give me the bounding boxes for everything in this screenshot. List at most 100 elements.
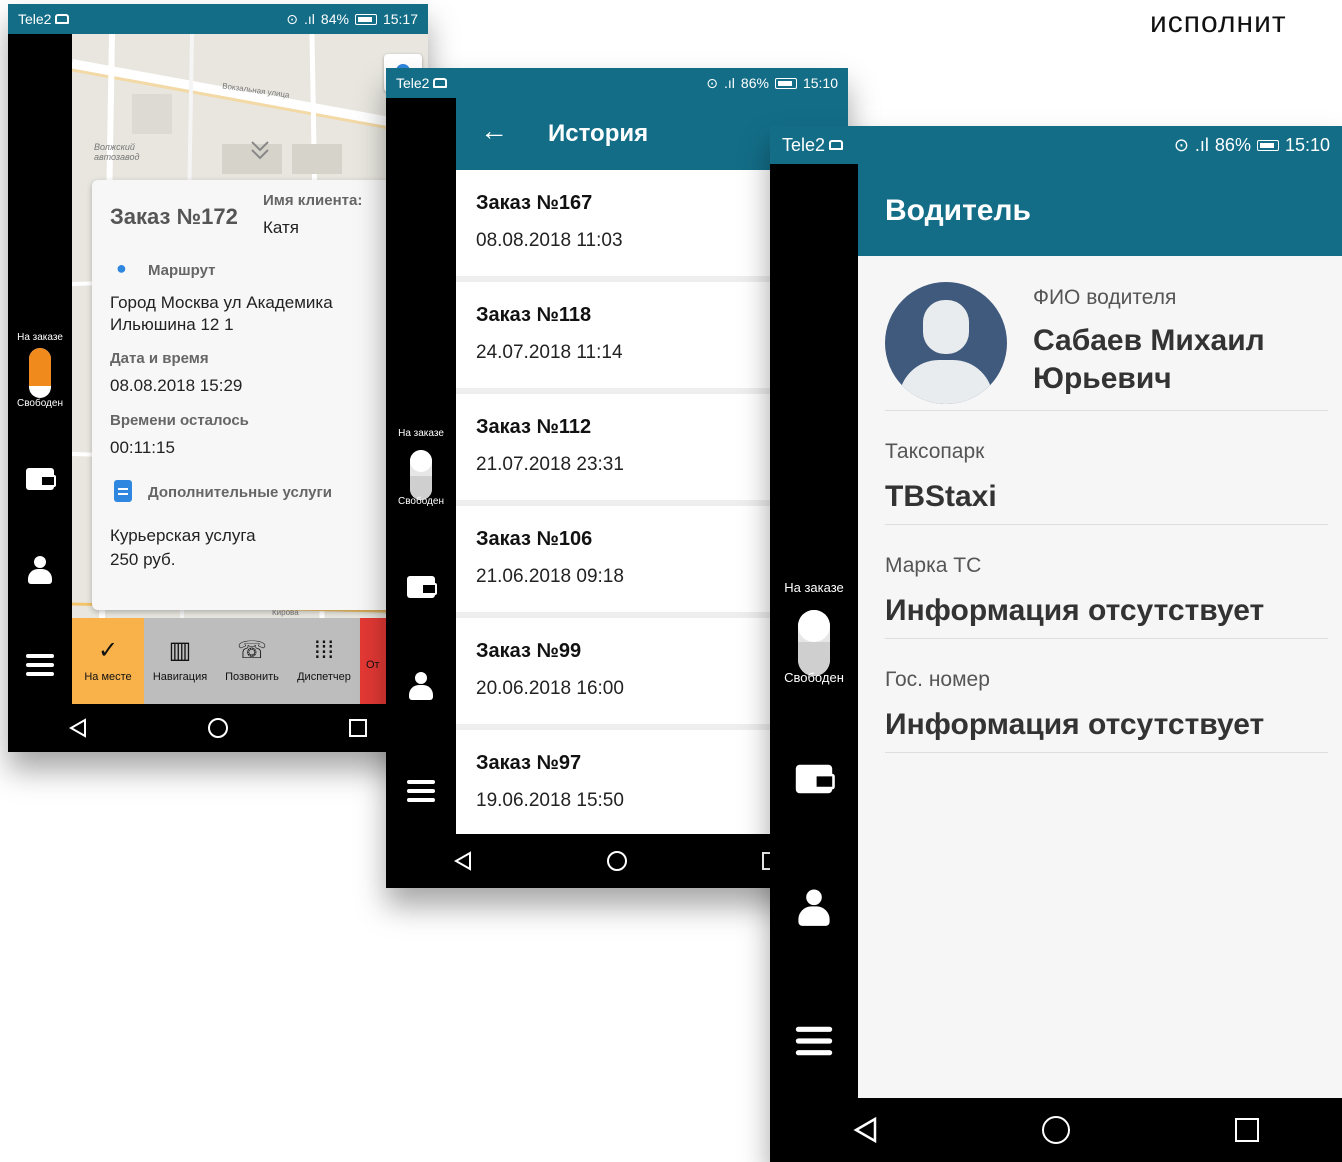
map-view[interactable]: Вокзальная улица Волжский автозавод Киро… — [72, 34, 428, 618]
car-icon — [433, 78, 448, 88]
dialpad-icon: ⁞⁞⁞ — [313, 637, 334, 664]
location-icon: ⊙ — [706, 74, 719, 91]
free-label: Свободен — [17, 398, 63, 409]
menu-icon — [26, 654, 54, 676]
sidebar: На заказе Свободен — [8, 34, 72, 704]
toggle-knob — [410, 450, 432, 472]
remaining-label: Времени осталось — [110, 412, 249, 429]
name-label: ФИО водителя — [1033, 286, 1177, 309]
signal-icon: .ıl — [1194, 134, 1209, 155]
free-label: Свободен — [398, 496, 444, 507]
person-icon — [28, 556, 52, 586]
back-nav-icon[interactable] — [453, 851, 472, 871]
fleet-label: Таксопарк — [885, 440, 985, 463]
car-icon — [55, 14, 70, 24]
arrived-button[interactable]: ✓ На месте — [72, 618, 144, 704]
carrier-label: Tele2 — [782, 134, 826, 155]
toggle-knob — [798, 610, 830, 642]
location-icon: ⊙ — [286, 10, 299, 27]
dispatcher-button[interactable]: ⁞⁞⁞ Диспетчер — [288, 618, 360, 704]
carrier-label: Tele2 — [18, 11, 52, 27]
avatar — [885, 282, 1007, 404]
headline-text: исполнит — [1150, 6, 1287, 39]
wallet-button[interactable] — [386, 576, 456, 598]
wallet-button[interactable] — [770, 764, 858, 794]
divider — [885, 752, 1328, 753]
status-toggle[interactable] — [29, 348, 51, 398]
check-icon: ✓ — [97, 637, 119, 664]
wallet-icon — [795, 764, 835, 794]
back-nav-icon[interactable] — [68, 718, 87, 738]
route-label: Маршрут — [148, 262, 216, 279]
system-nav-bar — [8, 704, 428, 752]
divider — [885, 410, 1328, 411]
home-nav-icon[interactable] — [1041, 1116, 1070, 1144]
divider — [885, 638, 1328, 639]
map-district-label: Волжский автозавод — [94, 142, 140, 162]
battery-percent: 86% — [740, 75, 769, 91]
sidebar: На заказе Свободен — [770, 164, 858, 1098]
datetime-value: 08.08.2018 15:29 — [110, 376, 243, 395]
extras-name: Курьерская услуга — [110, 526, 256, 545]
phone-icon: ☏ — [236, 637, 267, 664]
back-arrow-icon[interactable]: ← — [480, 116, 508, 146]
menu-button[interactable] — [8, 654, 72, 676]
home-nav-icon[interactable] — [606, 851, 627, 871]
recents-nav-icon[interactable] — [1235, 1118, 1260, 1142]
profile-button[interactable] — [386, 672, 456, 702]
home-nav-icon[interactable] — [207, 718, 228, 738]
clock: 15:10 — [802, 75, 838, 91]
location-icon: ⊙ — [1173, 134, 1189, 155]
fleet-value: TBStaxi — [885, 480, 997, 513]
signal-icon: .ıl — [724, 75, 735, 91]
person-icon — [798, 889, 830, 929]
order-card: Заказ №172 Имя клиента: Катя ● Маршрут Г… — [92, 180, 412, 610]
wallet-button[interactable] — [8, 468, 72, 490]
extras-price: 250 руб. — [110, 550, 176, 569]
signal-icon: .ıl — [304, 11, 315, 27]
client-label: Имя клиента: — [263, 192, 363, 209]
client-name: Катя — [263, 218, 299, 237]
recents-nav-icon[interactable] — [349, 719, 368, 737]
profile-button[interactable] — [770, 889, 858, 926]
name-line2: Юрьевич — [1033, 362, 1172, 395]
remaining-value: 00:11:15 — [110, 438, 175, 457]
call-button[interactable]: ☏ Позвонить — [216, 618, 288, 704]
car-icon — [829, 140, 844, 150]
person-icon — [409, 672, 433, 702]
status-toggle[interactable] — [410, 450, 432, 500]
battery-icon — [354, 13, 377, 25]
brand-label: Марка ТС — [885, 554, 982, 577]
order-title: Заказ №172 — [110, 204, 238, 229]
page-title: Водитель — [885, 194, 1031, 227]
brand-value: Информация отсутствует — [885, 594, 1265, 627]
divider — [885, 524, 1328, 525]
menu-button[interactable] — [770, 1026, 858, 1056]
battery-icon — [1256, 139, 1279, 151]
status-toggle[interactable] — [798, 610, 830, 676]
clipboard-icon — [114, 480, 132, 502]
back-nav-icon[interactable] — [853, 1116, 877, 1144]
busy-label: На заказе — [17, 332, 63, 343]
system-nav-bar — [770, 1098, 1342, 1162]
navigation-button[interactable]: ▥ Навигация — [144, 618, 216, 704]
action-bar: ✓ На месте ▥ Навигация ☏ Позвонить ⁞⁞⁞ Д… — [72, 618, 428, 704]
datetime-label: Дата и время — [110, 350, 209, 367]
clock: 15:10 — [1284, 134, 1330, 155]
menu-button[interactable] — [386, 780, 456, 802]
wallet-icon — [407, 576, 437, 598]
status-bar: Tele2 ⊙ .ıl 86% 15:10 — [386, 68, 848, 98]
route-pin-icon: ● — [116, 258, 127, 278]
name-line1: Сабаев Михаил — [1033, 324, 1265, 357]
free-label: Свободен — [784, 670, 844, 685]
menu-icon — [795, 1026, 833, 1056]
sidebar: На заказе Свободен — [386, 98, 456, 834]
battery-percent: 86% — [1214, 134, 1251, 155]
clock: 15:17 — [382, 11, 418, 27]
wallet-icon — [26, 468, 56, 490]
profile-button[interactable] — [8, 556, 72, 586]
battery-icon — [774, 77, 797, 89]
app-bar: Водитель — [858, 164, 1342, 256]
plate-value: Информация отсутствует — [885, 708, 1265, 741]
page-title: История — [548, 120, 649, 147]
